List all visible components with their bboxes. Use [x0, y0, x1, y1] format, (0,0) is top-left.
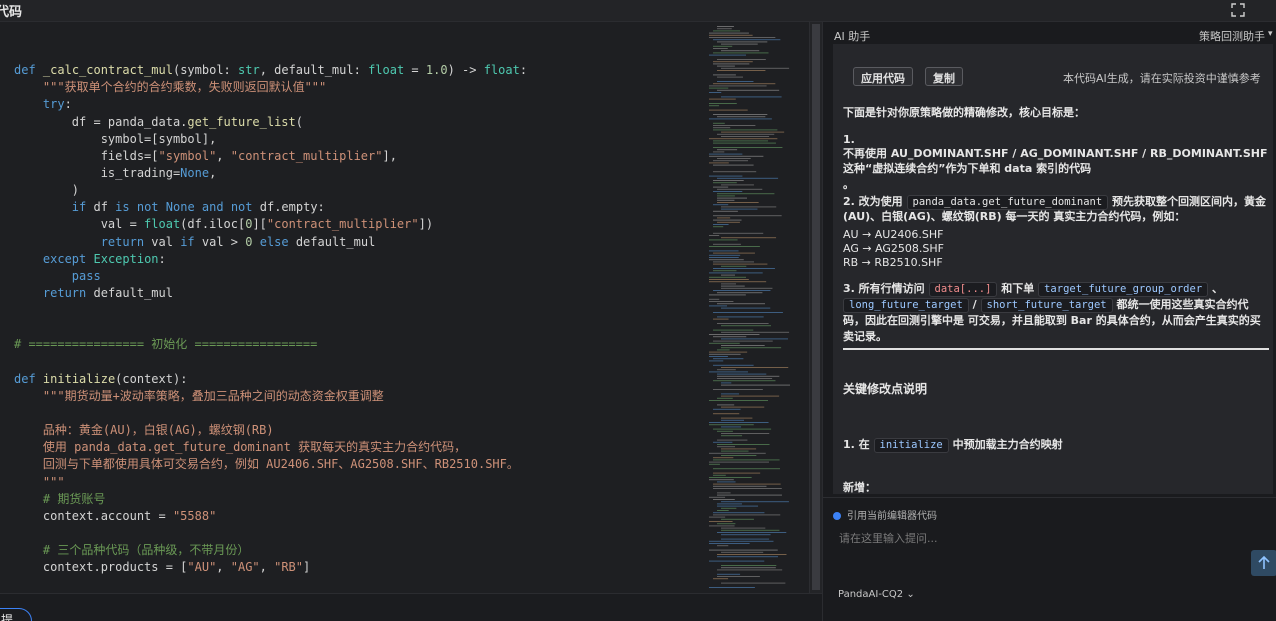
point-1-tail: 。: [843, 178, 854, 191]
submit-button[interactable]: 提: [0, 608, 32, 621]
ai-disclaimer: 本代码AI生成，请在实际投资中谨慎参考: [1063, 72, 1261, 85]
editor-scrollbar-thumb[interactable]: [812, 24, 820, 590]
code-line[interactable]: df = panda_data.get_future_list(: [14, 114, 527, 131]
code-line[interactable]: 回测与下单都使用具体可交易合约，例如 AU2406.SHF、AG2508.SHF…: [14, 456, 527, 473]
code-line[interactable]: except Exception:: [14, 251, 527, 268]
section-heading: 关键修改点说明: [843, 382, 928, 396]
point-1-number: 1.: [843, 133, 855, 146]
code-chip: short_future_target: [980, 298, 1113, 313]
submit-button-label: 提: [1, 613, 14, 621]
code-line[interactable]: symbol=[symbol],: [14, 131, 527, 148]
code-line[interactable]: context.products = ["AU", "AG", "RB"]: [14, 559, 527, 576]
code-chip: initialize: [873, 438, 949, 453]
step-1: 1. 在 initialize 中预加载主力合约映射: [843, 438, 1269, 453]
code-line[interactable]: """获取单个合约的合约乘数，失败则返回默认值""": [14, 79, 527, 96]
point-3-sep: /: [972, 298, 977, 311]
code-line[interactable]: try:: [14, 96, 527, 113]
ai-assistant-panel: AI 助手 策略回测助手 ▾ 应用代码 复制 本代码AI生成，请在实际投资中谨慎…: [822, 22, 1276, 621]
code-line[interactable]: val = float(df.iloc[0]["contract_multipl…: [14, 216, 527, 233]
message-intro: 下面是针对你原策略做的精确修改，核心目标是：: [843, 106, 1085, 119]
code-line[interactable]: """: [14, 474, 527, 491]
code-line[interactable]: 使用 panda_data.get_future_dominant 获取每天的真…: [14, 439, 527, 456]
code-chip: target_future_group_order: [1038, 282, 1209, 297]
reference-label: 引用当前编辑器代码: [847, 511, 937, 522]
reference-editor-toggle[interactable]: 引用当前编辑器代码: [833, 507, 937, 522]
code-line[interactable]: [14, 405, 527, 422]
fullscreen-icon[interactable]: [1230, 2, 1246, 18]
code-line[interactable]: ): [14, 182, 527, 199]
code-chip: panda_data.get_future_dominant: [906, 195, 1109, 210]
code-line[interactable]: def _calc_contract_mul(symbol: str, defa…: [14, 62, 527, 79]
point-2-prefix: 2. 改为使用: [843, 195, 903, 208]
assistant-mode-select[interactable]: 策略回测助手: [1199, 28, 1265, 44]
code-line[interactable]: def initialize(context):: [14, 371, 527, 388]
point-3-mid: 和下单: [1001, 282, 1035, 295]
code-line[interactable]: is_trading=None,: [14, 165, 527, 182]
editor-scrollbar[interactable]: [809, 22, 822, 593]
code-line[interactable]: [14, 45, 527, 62]
editor-bottom-bar: 提: [0, 593, 822, 621]
point-2: 2. 改为使用 panda_data.get_future_dominant 预…: [843, 195, 1269, 225]
point-2-end: ，例如：: [1141, 210, 1186, 223]
divider: [843, 348, 1269, 350]
code-line[interactable]: return val if val > 0 else default_mul: [14, 234, 527, 251]
arrow-up-icon: [1258, 555, 1270, 569]
code-minimap[interactable]: [705, 22, 809, 593]
step-1-prefix: 1. 在: [843, 438, 870, 451]
send-button[interactable]: [1251, 550, 1276, 576]
code-chip: data[...]: [928, 282, 998, 297]
code-line[interactable]: # 期货账号: [14, 491, 527, 508]
chat-message: 应用代码 复制 本代码AI生成，请在实际投资中谨慎参考 下面是针对你原策略做的精…: [833, 44, 1273, 494]
point-2-bold: 真实主力合约代码: [1053, 210, 1142, 223]
code-line[interactable]: if df is not None and not df.empty:: [14, 199, 527, 216]
question-input[interactable]: 请在这里输入提问...: [839, 530, 938, 546]
point-1-text: 不再使用 AU_DOMINANT.SHF / AG_DOMINANT.SHF /…: [843, 147, 1268, 175]
code-line[interactable]: [14, 319, 527, 336]
point-3-sep: 、: [1212, 282, 1223, 295]
chevron-down-icon[interactable]: ▾: [1268, 29, 1273, 39]
added-label: 新增：: [843, 481, 876, 494]
copy-button[interactable]: 复制: [925, 67, 963, 86]
code-line[interactable]: """期货动量+波动率策略，叠加三品种之间的动态资金权重调整: [14, 388, 527, 405]
code-line[interactable]: [14, 576, 527, 593]
code-line[interactable]: # ================ 初始化 =================: [14, 336, 527, 353]
code-chip: long_future_target: [843, 298, 969, 313]
code-line[interactable]: [14, 354, 527, 371]
code-line[interactable]: 品种：黄金(AU)，白银(AG)，螺纹钢(RB): [14, 422, 527, 439]
code-line[interactable]: # 三个品种代码（品种级，不带月份）: [14, 542, 527, 559]
chat-composer: 引用当前编辑器代码 请在这里输入提问... PandaAI-CQ2 ⌄: [823, 497, 1276, 621]
code-line[interactable]: [14, 525, 527, 542]
code-line[interactable]: [14, 302, 527, 319]
code-line[interactable]: context.account = "5588": [14, 508, 527, 525]
model-select[interactable]: PandaAI-CQ2 ⌄: [838, 589, 915, 600]
mapping-rb: RB → RB2510.SHF: [843, 256, 943, 269]
radio-dot-icon: [833, 512, 841, 520]
mapping-ag: AG → AG2508.SHF: [843, 242, 944, 255]
code-content[interactable]: def _calc_contract_mul(symbol: str, defa…: [14, 45, 527, 593]
mapping-au: AU → AU2406.SHF: [843, 228, 944, 241]
code-line[interactable]: fields=["symbol", "contract_multiplier"]…: [14, 148, 527, 165]
panel-title: AI 助手: [834, 30, 871, 43]
point-3-prefix: 3. 所有行情访问: [843, 282, 925, 295]
editor-header: 代码: [0, 0, 1276, 22]
code-line[interactable]: return default_mul: [14, 285, 527, 302]
step-1-text: 中预加载主力合约映射: [952, 438, 1063, 451]
apply-code-button[interactable]: 应用代码: [853, 67, 913, 86]
editor-title: 代码: [0, 5, 23, 20]
code-editor[interactable]: def _calc_contract_mul(symbol: str, defa…: [0, 22, 705, 593]
code-line[interactable]: pass: [14, 268, 527, 285]
point-3: 3. 所有行情访问 data[...] 和下单 target_future_gr…: [843, 281, 1269, 345]
